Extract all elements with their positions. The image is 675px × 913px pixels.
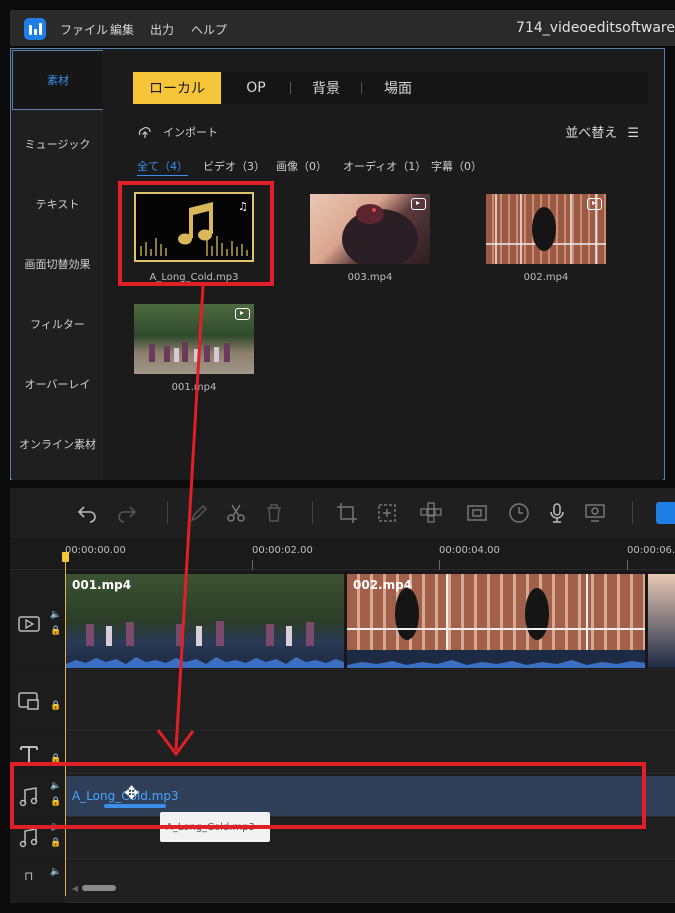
video-badge-icon bbox=[411, 198, 426, 210]
time-label: 00:00:04.00 bbox=[439, 545, 500, 556]
volume-icon[interactable]: 🔈 bbox=[50, 867, 61, 877]
menu-help[interactable]: ヘルプ bbox=[191, 21, 227, 38]
tab-bar: ローカル OP 背景 場面 bbox=[133, 72, 648, 104]
playhead[interactable] bbox=[65, 556, 66, 896]
volume-icon[interactable]: 🔈 bbox=[50, 610, 61, 620]
sort-button[interactable]: 並べ替え ☰ bbox=[565, 122, 639, 141]
video-clip[interactable] bbox=[648, 574, 675, 668]
app-logo-icon bbox=[24, 18, 46, 40]
ruler-tick bbox=[439, 560, 440, 570]
highlight-box-media bbox=[118, 181, 274, 286]
import-button[interactable]: インポート bbox=[137, 124, 218, 140]
tab-op[interactable]: OP bbox=[231, 72, 281, 104]
text-track-icon bbox=[20, 746, 38, 763]
video-clip[interactable]: 002.mp4 bbox=[347, 574, 645, 668]
trash-icon[interactable] bbox=[263, 502, 285, 524]
filter-audio[interactable]: オーディオ（1） bbox=[343, 158, 426, 174]
toolbar-divider bbox=[312, 502, 313, 524]
voice-track[interactable] bbox=[66, 861, 675, 903]
screen-record-icon[interactable] bbox=[584, 502, 606, 524]
music-track-icon bbox=[19, 828, 38, 848]
tab-divider bbox=[361, 82, 362, 94]
video-thumbnail bbox=[134, 304, 254, 374]
filter-subtitle[interactable]: 字幕（0） bbox=[431, 158, 482, 174]
lock-icon[interactable]: 🔒 bbox=[50, 626, 61, 636]
time-label: 00:00:06.0 bbox=[627, 545, 675, 556]
left-nav: 素材 ミュージック テキスト 画面切替効果 フィルター オーバーレイ オンライン… bbox=[12, 50, 103, 480]
nav-item-online[interactable]: オンライン素材 bbox=[12, 414, 103, 474]
nav-item-transitions[interactable]: 画面切替効果 bbox=[12, 234, 103, 294]
nav-item-filters[interactable]: フィルター bbox=[12, 294, 103, 354]
media-item-label: 003.mp4 bbox=[347, 272, 393, 283]
video-thumbnail bbox=[310, 194, 430, 264]
pip-track-icon bbox=[18, 692, 39, 710]
horizontal-scrollbar[interactable] bbox=[82, 885, 116, 891]
sort-label: 並べ替え bbox=[565, 126, 618, 141]
scissors-icon[interactable] bbox=[225, 502, 247, 524]
filter-video[interactable]: ビデオ（3） bbox=[203, 158, 265, 174]
redo-icon[interactable] bbox=[116, 502, 138, 524]
sort-icon: ☰ bbox=[627, 126, 639, 141]
import-label: インポート bbox=[163, 126, 218, 139]
nav-item-overlay[interactable]: オーバーレイ bbox=[12, 354, 103, 414]
title-bar: ファイル 編集 出力 ヘルプ 714_videoeditsoftware bbox=[10, 10, 675, 46]
video-badge-icon bbox=[587, 198, 602, 210]
tab-scene[interactable]: 場面 bbox=[373, 72, 423, 104]
lock-icon[interactable]: 🔒 bbox=[50, 838, 61, 848]
microphone-icon[interactable] bbox=[546, 502, 568, 524]
video-track: 001.mp4 002.mp4 bbox=[66, 572, 675, 670]
time-label: 00:00:02.00 bbox=[252, 545, 313, 556]
media-panel: 素材 ミュージック テキスト 画面切替効果 フィルター オーバーレイ オンライン… bbox=[10, 48, 665, 480]
edit-toolbar bbox=[10, 488, 675, 538]
video-clip[interactable]: 001.mp4 bbox=[66, 574, 344, 668]
duration-icon[interactable] bbox=[508, 502, 530, 524]
menu-file[interactable]: ファイル bbox=[60, 21, 108, 38]
import-icon bbox=[138, 127, 151, 138]
highlight-box-track bbox=[10, 762, 646, 829]
pencil-icon[interactable] bbox=[188, 502, 210, 524]
nav-item-sozai[interactable]: 素材 bbox=[12, 50, 103, 110]
timeline: 00:00:00.00 00:00:02.00 00:00:04.00 00:0… bbox=[10, 538, 675, 903]
video-thumbnail bbox=[486, 194, 606, 264]
menu-edit[interactable]: 編集 bbox=[110, 21, 134, 38]
nav-item-music[interactable]: ミュージック bbox=[12, 114, 103, 174]
freeze-frame-icon[interactable] bbox=[466, 502, 488, 524]
tab-local[interactable]: ローカル bbox=[133, 72, 221, 104]
video-track-icon bbox=[18, 616, 40, 632]
time-label: 00:00:00.00 bbox=[65, 545, 126, 556]
filter-all[interactable]: 全て（4） bbox=[137, 158, 188, 176]
filter-image[interactable]: 画像（0） bbox=[276, 158, 327, 174]
media-item-label: 001.mp4 bbox=[171, 382, 217, 393]
scroll-left-icon[interactable]: ◀ bbox=[72, 884, 78, 893]
video-track-header: 🔈 🔒 bbox=[10, 572, 66, 670]
tab-divider bbox=[290, 82, 291, 94]
pip-track-header: 🔒 bbox=[10, 671, 66, 731]
undo-icon[interactable] bbox=[76, 502, 98, 524]
zoom-icon[interactable] bbox=[376, 502, 398, 524]
clip-label: 001.mp4 bbox=[72, 578, 132, 592]
mosaic-icon[interactable] bbox=[420, 502, 442, 524]
ruler-tick bbox=[627, 560, 628, 570]
voice-track-header: ⊓ 🔈 bbox=[10, 861, 66, 903]
playhead-handle[interactable] bbox=[62, 552, 69, 562]
crop-icon[interactable] bbox=[336, 502, 358, 524]
window-title: 714_videoeditsoftware bbox=[516, 20, 675, 36]
menu-output[interactable]: 出力 bbox=[150, 21, 174, 38]
voice-track-icon: ⊓ bbox=[24, 869, 34, 883]
toolbar-divider bbox=[167, 502, 168, 524]
nav-item-text[interactable]: テキスト bbox=[12, 174, 103, 234]
pip-track[interactable] bbox=[66, 671, 675, 731]
lock-icon[interactable]: 🔒 bbox=[50, 701, 61, 711]
time-ruler[interactable]: 00:00:00.00 00:00:02.00 00:00:04.00 00:0… bbox=[10, 538, 675, 570]
audio-waveform bbox=[347, 650, 645, 668]
media-item-label: 002.mp4 bbox=[523, 272, 569, 283]
ruler-tick bbox=[252, 560, 253, 570]
export-button[interactable] bbox=[656, 502, 675, 524]
toolbar-divider bbox=[632, 502, 633, 524]
video-badge-icon bbox=[235, 308, 250, 320]
tab-background[interactable]: 背景 bbox=[301, 72, 351, 104]
